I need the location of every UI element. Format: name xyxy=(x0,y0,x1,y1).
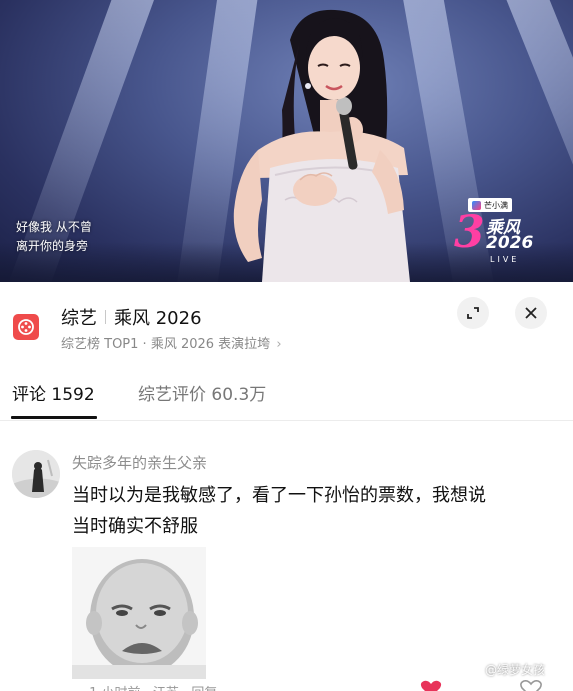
comment-text: 当时以为是我敏感了，看了一下孙怡的票数，我想说 当时确实不舒服 xyxy=(72,480,552,542)
tab-bar: 评论 1592 综艺评价 60.3万 xyxy=(0,378,573,421)
comment-footer: 一 1 小时前 · 江苏 · 回复 xyxy=(72,682,217,691)
more-icon[interactable] xyxy=(520,680,542,691)
show-logo-year: 2026 xyxy=(486,233,534,253)
breadcrumb[interactable]: 综艺榜 TOP1 · 乘风 2026 表演拉垮 › xyxy=(61,333,282,352)
breadcrumb-text: 综艺榜 TOP1 · 乘风 2026 表演拉垮 xyxy=(61,337,271,352)
variety-app-icon[interactable] xyxy=(13,314,39,340)
heart-icon[interactable] xyxy=(420,680,442,691)
page-title: 综艺 乘风 2026 xyxy=(61,304,202,330)
close-icon xyxy=(525,307,537,319)
comment-sticker-image[interactable] xyxy=(72,547,206,679)
comment-text-line: 当时确实不舒服 xyxy=(72,516,198,537)
crying-baby-meme-image xyxy=(72,547,206,679)
tab-variety-rating[interactable]: 综艺评价 60.3万 xyxy=(138,380,266,405)
chevron-right-icon: › xyxy=(276,337,282,352)
video-player[interactable]: 好像我 从不曾 离开你的身旁 芒小满 3 乘风 2026 LIVE xyxy=(0,0,573,282)
show-title: 乘风 2026 xyxy=(114,308,202,329)
platform-badge-label: 芒小满 xyxy=(484,200,508,210)
weibo-logo-icon xyxy=(470,666,482,675)
active-tab-indicator xyxy=(11,416,97,419)
watermark: @绿萝女孩 xyxy=(470,661,545,678)
user-avatar-image xyxy=(12,450,60,498)
avatar[interactable] xyxy=(12,450,60,498)
expand-icon xyxy=(467,307,479,319)
comment-text-line: 当时以为是我敏感了，看了一下孙怡的票数，我想说 xyxy=(72,485,486,506)
lyric-line: 离开你的身旁 xyxy=(16,239,89,253)
close-button[interactable] xyxy=(515,297,547,329)
show-logo-number: 3 xyxy=(454,207,485,258)
film-reel-icon xyxy=(18,319,34,335)
screen: 好像我 从不曾 离开你的身旁 芒小满 3 乘风 2026 LIVE 综艺 乘风 … xyxy=(0,0,573,691)
category-label: 综艺 xyxy=(61,308,97,329)
comment-username[interactable]: 失踪多年的亲生父亲 xyxy=(72,452,207,473)
lyric-subtitle: 好像我 从不曾 离开你的身旁 xyxy=(16,218,92,256)
lyric-line: 好像我 从不曾 xyxy=(16,220,92,234)
title-divider xyxy=(105,310,106,324)
expand-button[interactable] xyxy=(457,297,489,329)
watermark-text: @绿萝女孩 xyxy=(485,663,546,677)
show-logo: 3 乘风 2026 LIVE xyxy=(454,209,544,269)
info-panel: 综艺 乘风 2026 综艺榜 TOP1 · 乘风 2026 表演拉垮 › 评论 … xyxy=(0,282,573,691)
show-logo-live: LIVE xyxy=(490,255,520,264)
tab-comments[interactable]: 评论 1592 xyxy=(12,380,95,405)
